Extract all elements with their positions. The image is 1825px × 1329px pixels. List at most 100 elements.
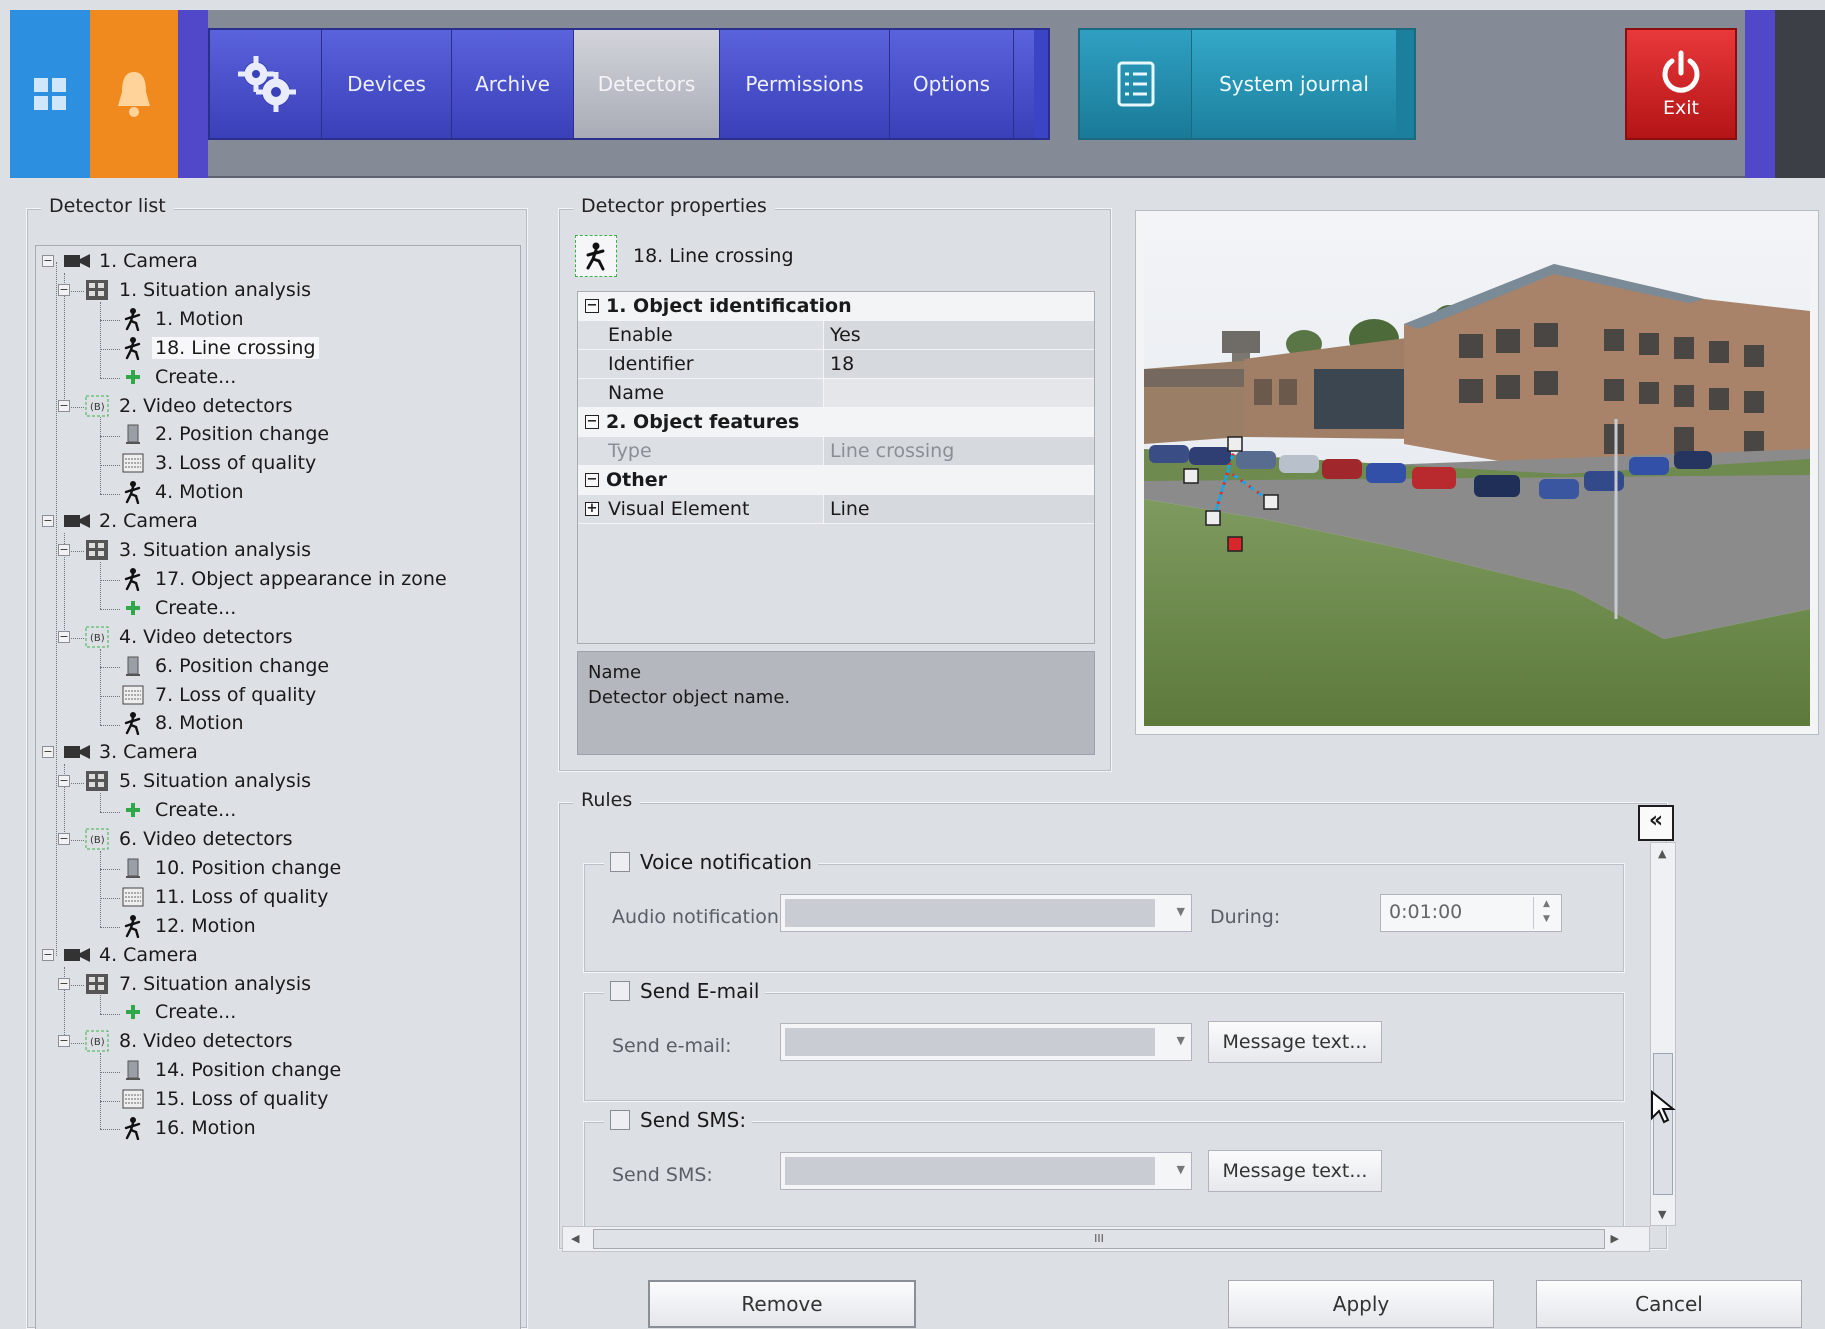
tree-node-group[interactable]: − (B) 2. Video detectors [58, 393, 296, 419]
tree-node-detector[interactable]: 1. Motion [120, 306, 247, 332]
alarms-tile[interactable] [90, 10, 178, 178]
tree-node-group[interactable]: − 7. Situation analysis [58, 971, 314, 997]
scroll-left-icon[interactable]: ◀ [571, 1232, 579, 1245]
expand-icon[interactable]: + [585, 502, 599, 516]
category-object-features[interactable]: − 2. Object features [578, 408, 1094, 437]
collapse-icon[interactable]: − [585, 415, 599, 429]
tree-node-detector[interactable]: 17. Object appearance in zone [120, 566, 450, 592]
tree-node-detector[interactable]: 11. Loss of quality [120, 884, 331, 910]
tree-node-detector[interactable]: Create... [120, 797, 239, 823]
detector-tree[interactable]: − 1. Camera − 1. Situation analysis 1. Motio… [35, 245, 521, 1329]
tree-node-detector[interactable]: 2. Position change [120, 421, 332, 447]
property-value-enable[interactable]: Yes [824, 321, 1094, 349]
tree-node-group[interactable]: − 5. Situation analysis [58, 768, 314, 794]
exit-button[interactable]: Exit [1625, 28, 1737, 140]
tree-node-camera[interactable]: − 4. Camera [42, 942, 201, 968]
collapse-icon[interactable]: − [585, 299, 599, 313]
remove-button[interactable]: Remove [648, 1280, 916, 1328]
tree-node-detector[interactable]: Create... [120, 999, 239, 1025]
tree-node-detector[interactable]: 15. Loss of quality [120, 1086, 331, 1112]
property-row-enable[interactable]: Enable Yes [578, 321, 1094, 350]
tree-node-detector[interactable]: 16. Motion [120, 1115, 259, 1141]
tree-node-camera[interactable]: − 2. Camera [42, 508, 201, 534]
cancel-button[interactable]: Cancel [1536, 1280, 1802, 1328]
property-row-name[interactable]: Name [578, 379, 1094, 408]
nav-archive-tab[interactable]: Archive [452, 30, 574, 138]
tree-expander-icon[interactable]: − [42, 948, 54, 961]
property-row-identifier[interactable]: Identifier 18 [578, 350, 1094, 379]
camera-icon [64, 249, 90, 273]
apply-button[interactable]: Apply [1228, 1280, 1494, 1328]
tree-node-group[interactable]: − (B) 8. Video detectors [58, 1028, 296, 1054]
horizontal-scroll-thumb[interactable]: III [593, 1229, 1605, 1249]
tree-expander-icon[interactable]: − [42, 255, 54, 267]
camera-scene [1144, 219, 1810, 726]
property-row-visual-element[interactable]: + Visual Element Line [578, 495, 1094, 524]
tree-expander-icon[interactable]: − [58, 283, 70, 296]
tree-expander-icon[interactable]: − [58, 1035, 70, 1048]
tree-node-detector[interactable]: 10. Position change [120, 855, 344, 881]
category-object-identification[interactable]: − 1. Object identification [578, 292, 1094, 321]
nav-permissions-tab[interactable]: Permissions [720, 30, 890, 138]
tree-node-detector[interactable]: 14. Position change [120, 1057, 344, 1083]
tree-node-detector[interactable]: 4. Motion [120, 479, 247, 505]
tree-expander-icon[interactable]: − [58, 775, 70, 788]
rules-horizontal-scrollbar[interactable]: ◀ III ▶ [562, 1226, 1650, 1252]
send-email-select[interactable]: ▼ [780, 1023, 1192, 1061]
voice-notification-checkbox[interactable] [610, 852, 630, 872]
tree-node-group[interactable]: − 1. Situation analysis [58, 277, 314, 303]
property-name: Enable [606, 321, 824, 349]
scroll-down-icon[interactable]: ▼ [1658, 1208, 1666, 1221]
spinner-arrows-icon[interactable]: ▲ ▼ [1533, 897, 1559, 929]
property-value-visual-element[interactable]: Line [824, 495, 1094, 523]
camera-video-preview[interactable] [1144, 219, 1810, 726]
tree-node-camera[interactable]: − 3. Camera [42, 739, 201, 765]
plus-icon [120, 1000, 146, 1024]
tree-expander-icon[interactable]: − [58, 399, 70, 412]
tree-expander-icon[interactable]: − [58, 977, 70, 990]
journal-icon-button[interactable] [1080, 30, 1192, 138]
tree-node-detector[interactable]: 3. Loss of quality [120, 450, 319, 476]
tree-node-detector[interactable]: Create... [120, 595, 239, 621]
tree-expander-icon[interactable]: − [58, 833, 70, 845]
property-value-name[interactable] [824, 379, 1094, 407]
tree-node-detector[interactable]: Create... [120, 364, 239, 390]
email-message-text-button[interactable]: Message text... [1208, 1021, 1382, 1063]
audio-notification-select[interactable]: ▼ [780, 894, 1192, 932]
tree-node-group[interactable]: − (B) 6. Video detectors [58, 826, 296, 852]
tree-node-detector[interactable]: 12. Motion [120, 913, 259, 939]
tree-node-label: 11. Loss of quality [155, 885, 329, 908]
tree-node-detector[interactable]: 8. Motion [120, 710, 247, 736]
category-other[interactable]: − Other [578, 466, 1094, 495]
tree-expander-icon[interactable]: − [42, 746, 54, 759]
nav-options-tab[interactable]: Options [890, 30, 1014, 138]
tree-node-detector[interactable]: 6. Position change [120, 653, 332, 679]
scroll-up-icon[interactable]: ▲ [1658, 847, 1666, 860]
sms-message-text-button[interactable]: Message text... [1208, 1150, 1382, 1192]
send-sms-checkbox[interactable] [610, 1110, 630, 1130]
tree-expander-icon[interactable]: − [42, 515, 54, 528]
nav-detectors-tab[interactable]: Detectors [574, 30, 720, 138]
tree-expander-icon[interactable]: − [58, 544, 70, 556]
collapse-icon[interactable]: − [585, 473, 599, 487]
tree-node-group[interactable]: − 3. Situation analysis [58, 537, 314, 563]
send-sms-select[interactable]: ▼ [780, 1152, 1192, 1190]
help-text: Detector object name. [588, 687, 791, 708]
property-value-identifier[interactable]: 18 [824, 350, 1094, 378]
tree-node-detector[interactable]: 7. Loss of quality [120, 682, 319, 708]
nav-devices-tab[interactable]: Devices [322, 30, 452, 138]
nav-settings-button[interactable] [210, 30, 322, 138]
system-journal-button[interactable]: System journal [1192, 30, 1396, 138]
tree-node-camera[interactable]: − 1. Camera [42, 248, 201, 274]
tree-node-group[interactable]: − (B) 4. Video detectors [58, 624, 296, 650]
tree-node-detector[interactable]: 18. Line crossing [120, 335, 319, 361]
send-email-checkbox[interactable] [610, 981, 630, 1001]
position-change-icon [120, 654, 146, 678]
during-time-spinner[interactable]: 0:01:00 ▲ ▼ [1380, 894, 1562, 932]
collapse-rules-button[interactable]: « [1638, 805, 1674, 841]
rules-vertical-scrollbar[interactable]: ▲ ▼ [1650, 842, 1676, 1226]
windows-tile[interactable] [10, 10, 90, 178]
scroll-right-icon[interactable]: ▶ [1611, 1232, 1619, 1245]
send-email-group: Send E-mail Send e-mail: ▼ Message text.… [583, 979, 1625, 1102]
tree-expander-icon[interactable]: − [58, 630, 70, 643]
